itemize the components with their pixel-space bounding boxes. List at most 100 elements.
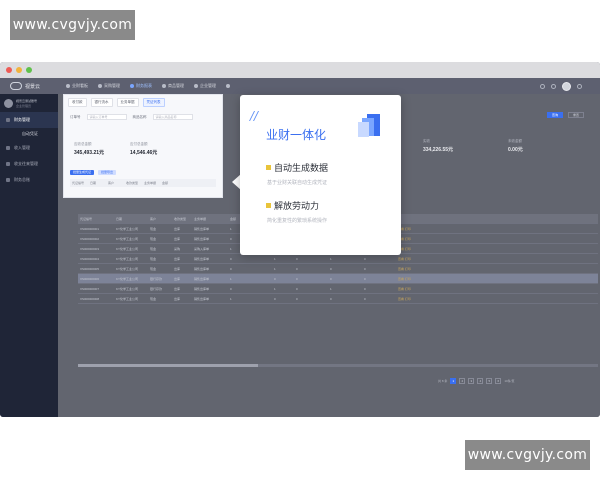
- stat-label: 应收总金额: [74, 142, 92, 146]
- finance-menu-icon: [6, 118, 10, 122]
- nav-tab-purchase[interactable]: 采购管理: [98, 83, 120, 89]
- column-header[interactable]: 日期: [88, 181, 106, 185]
- goods-input[interactable]: 请输入商品名称: [152, 114, 193, 120]
- table-cell: XS000000002: [80, 236, 100, 241]
- tab-documents[interactable]: 业务单据: [116, 98, 139, 107]
- page-size-select[interactable]: 10条/页: [504, 379, 514, 383]
- avatar[interactable]: [562, 81, 571, 91]
- nav-tab-finance[interactable]: 财务报表: [130, 83, 152, 89]
- generate-voucher-button[interactable]: 批量生成凭证: [70, 170, 95, 175]
- column-header[interactable]: 业务单据: [142, 181, 160, 185]
- row-actions[interactable]: 查看 打印: [396, 247, 456, 251]
- user-profile[interactable]: 视景云测试账号 企业管理员: [0, 94, 58, 112]
- user-avatar: [4, 99, 13, 108]
- nav-tab-goods[interactable]: 商品管理: [162, 83, 184, 89]
- query-button[interactable]: 查询: [546, 112, 563, 118]
- table-cell: XS000000006: [80, 276, 100, 281]
- table-cell: 采购入库单: [194, 246, 210, 251]
- sidebar-item-ledger[interactable]: 财务总账: [0, 172, 58, 188]
- horizontal-scrollbar[interactable]: [78, 364, 598, 367]
- feature-title: 自动生成数据: [274, 164, 329, 174]
- column-header[interactable]: 金额: [160, 181, 178, 185]
- table-cell: 1: [230, 276, 232, 281]
- sidebar-subitem-voucher[interactable]: 自动凭证: [0, 128, 58, 140]
- nav-tab-dashboard[interactable]: 业财看板: [66, 83, 88, 89]
- table-row[interactable]: XS000000008 KY化学工业公司 现金 出库 销售出库单 1 0 0 0 0 查看 打印: [78, 294, 598, 304]
- table-cell: 0: [330, 296, 332, 301]
- table-cell: KY化学工业公司: [116, 276, 139, 281]
- export-button[interactable]: 批量导出: [98, 170, 117, 175]
- search-icon[interactable]: [540, 83, 545, 89]
- column-header[interactable]: 业务单据: [192, 217, 228, 221]
- column-header[interactable]: 凭证编号: [70, 181, 88, 185]
- table-cell: 0: [330, 266, 332, 271]
- row-actions[interactable]: 查看 打印: [396, 257, 456, 261]
- table-cell: 0: [230, 256, 232, 261]
- page-button[interactable]: 3: [468, 378, 475, 384]
- row-actions[interactable]: 查看 打印: [396, 227, 456, 231]
- table-cell: 销售出库单: [194, 236, 210, 241]
- table-cell: 采购: [174, 246, 181, 251]
- reset-button[interactable]: 重置: [567, 112, 584, 118]
- page-button[interactable]: 6: [495, 378, 502, 384]
- stat-value: 0.00元: [508, 147, 523, 153]
- sidebar-item-finance[interactable]: 财务管理: [0, 112, 58, 128]
- column-header[interactable]: 客户: [148, 217, 172, 221]
- table-cell: KY化学工业公司: [116, 296, 139, 301]
- row-actions[interactable]: 查看 打印: [396, 237, 456, 241]
- sidebar: 视景云测试账号 企业管理员 财务管理 自动凭证 收入管理 收支往来管理 财务总账: [0, 94, 58, 417]
- table-row[interactable]: XS000000005 KY化学工业公司 现金 出库 销售出库单 0 1 0 0 0 查看 打印: [78, 264, 598, 274]
- table-cell: 1: [274, 286, 276, 291]
- table-cell: KY化学工业公司: [116, 286, 139, 291]
- maximize-dot[interactable]: [26, 67, 32, 73]
- goods-icon: [162, 84, 166, 88]
- column-header[interactable]: 收款类型: [124, 181, 142, 185]
- order-input[interactable]: 请输入订单号: [86, 114, 127, 120]
- column-header[interactable]: 凭证编号: [78, 217, 114, 221]
- table-row[interactable]: XS000000004 KY化学工业公司 现金 出库 销售出库单 0 1 0 1 0 查看 打印: [78, 254, 598, 264]
- table-cell: 0: [364, 296, 366, 301]
- close-dot[interactable]: [6, 67, 12, 73]
- table-row[interactable]: XS000000006 KY化学工业公司 银行存款 出库 销售出库单 1 0 0 0 0 查看 打印: [78, 274, 598, 284]
- panel-buttons: 批量生成凭证 批量导出: [64, 156, 222, 175]
- tab-payments[interactable]: 收付款: [68, 98, 87, 107]
- table-cell: 出库: [174, 236, 181, 241]
- column-header[interactable]: 客户: [106, 181, 124, 185]
- sidebar-item-receivables[interactable]: 收支往来管理: [0, 156, 58, 172]
- table-cell: 销售出库单: [194, 266, 210, 271]
- help-icon[interactable]: [551, 83, 556, 89]
- page-button[interactable]: 2: [459, 378, 466, 384]
- row-actions[interactable]: 查看 打印: [396, 287, 456, 291]
- table-row[interactable]: XS000000007 KY化学工业公司 银行存款 出库 销售出库单 0 1 0 1 0 查看 打印: [78, 284, 598, 294]
- top-navigation: 视景云 业财看板 采购管理 财务报表 商品管理 企业管理: [0, 78, 600, 94]
- feature-title: 解放劳动力: [274, 202, 320, 212]
- tab-bank[interactable]: 银行流水: [90, 98, 113, 107]
- brand[interactable]: 视景云: [0, 82, 58, 90]
- row-actions[interactable]: 查看 打印: [396, 297, 456, 301]
- page-button[interactable]: 1: [450, 378, 457, 384]
- table-cell: 0: [364, 286, 366, 291]
- nav-tab-label: 商品管理: [168, 83, 184, 88]
- sidebar-item-income[interactable]: 收入管理: [0, 140, 58, 156]
- scroll-thumb[interactable]: [78, 364, 258, 367]
- table-cell: 现金: [150, 226, 157, 231]
- table-cell: 银行存款: [150, 286, 163, 291]
- stat-label: 实收: [423, 139, 430, 143]
- window-titlebar: [0, 62, 600, 78]
- column-header[interactable]: 日期: [114, 217, 148, 221]
- table-cell: 0: [364, 266, 366, 271]
- minimize-dot[interactable]: [16, 67, 22, 73]
- nav-tab-company[interactable]: 企业管理: [194, 83, 216, 89]
- table-cell: 现金: [150, 296, 157, 301]
- user-role: 企业管理员: [16, 104, 32, 108]
- settings-icon[interactable]: [577, 83, 582, 89]
- page-button[interactable]: 5: [486, 378, 493, 384]
- row-actions[interactable]: 查看 打印: [396, 267, 456, 271]
- column-header[interactable]: 收款类型: [172, 217, 192, 221]
- row-actions[interactable]: 查看 打印: [396, 277, 456, 281]
- table-cell: XS000000005: [80, 266, 100, 271]
- tab-vouchers[interactable]: 凭证列表: [142, 98, 165, 107]
- nav-tab-more[interactable]: [226, 83, 230, 89]
- table-cell: KY化学工业公司: [116, 266, 139, 271]
- page-button[interactable]: 4: [477, 378, 484, 384]
